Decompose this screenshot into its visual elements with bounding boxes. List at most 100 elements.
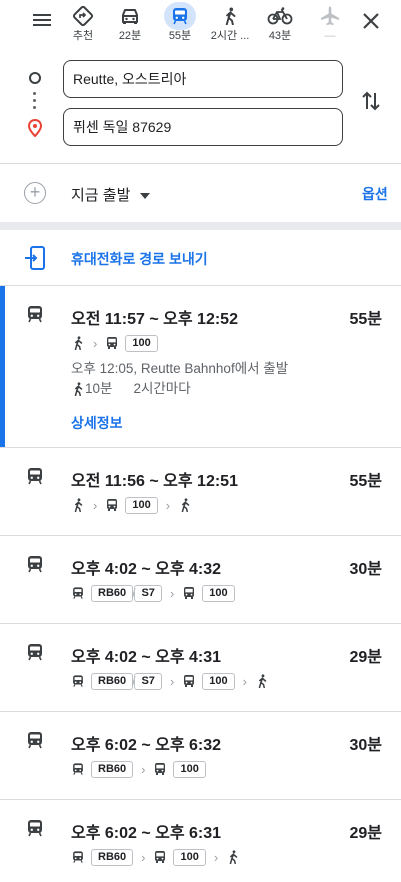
route-item[interactable]: 오후 6:02 ~ 오후 6:31 29분 RB60 › 100 › <box>0 799 401 882</box>
mode-best[interactable]: 추천 <box>58 0 108 48</box>
route-duration: 30분 <box>349 561 382 578</box>
route-steps: › 100 › <box>71 496 192 514</box>
route-item[interactable]: 오후 4:02 ~ 오후 4:31 29분 RB60 / S7 › 100 › <box>0 623 401 711</box>
mode-flights-label: — <box>324 30 336 42</box>
send-to-phone-label: 휴대전화로 경로 보내기 <box>71 251 208 267</box>
directions-icon <box>67 2 99 30</box>
route-item[interactable]: 오전 11:57 ~ 오후 12:52 55분 › 100 오후 12:05, … <box>0 285 401 447</box>
train-line-badge: S7 <box>134 672 162 690</box>
bus-icon <box>105 336 119 350</box>
mode-walking-label: 2시간 ... <box>210 30 250 42</box>
route-steps: RB60 › 100 <box>71 760 206 778</box>
bus-line-badge: 100 <box>202 584 235 602</box>
train-icon <box>71 674 85 688</box>
route-steps: RB60 / S7 › 100 › <box>71 672 269 690</box>
phone-send-icon <box>24 246 46 270</box>
route-steps: RB60 / S7 › 100 <box>71 584 235 602</box>
frequency: 2시간마다 <box>133 381 191 396</box>
details-link[interactable]: 상세정보 <box>71 413 123 433</box>
chevron-right-icon: › <box>169 585 175 601</box>
directions-header: 추천 22분 55분 2시간 ... 43분 — Reutte, 오스트리아 퓌… <box>0 0 401 164</box>
origin-input[interactable]: Reutte, 오스트리아 <box>63 60 343 98</box>
train-icon <box>25 730 45 750</box>
depart-time-row: + 지금 출발 옵션 <box>0 165 401 222</box>
bus-line-badge: 100 <box>173 760 206 778</box>
bus-icon <box>153 850 167 864</box>
train-icon <box>25 304 45 324</box>
train-icon <box>71 762 85 776</box>
route-item[interactable]: 오전 11:56 ~ 오후 12:51 55분 › 100 › <box>0 447 401 535</box>
route-time: 오후 4:02 ~ 오후 4:31 <box>71 649 222 666</box>
caret-down-icon <box>140 193 151 200</box>
route-duration: 29분 <box>349 825 382 842</box>
mode-cycling[interactable]: 43분 <box>255 0 305 48</box>
mode-best-label: 추천 <box>72 30 94 42</box>
route-duration: 29분 <box>349 649 382 666</box>
mode-transit[interactable]: 55분 <box>155 0 205 48</box>
route-time: 오후 6:02 ~ 오후 6:31 <box>71 825 222 842</box>
route-item[interactable]: 오후 6:02 ~ 오후 6:32 30분 RB60 › 100 <box>0 711 401 799</box>
route-time: 오전 11:56 ~ 오후 12:51 <box>71 473 238 490</box>
bus-line-badge: 100 <box>125 334 158 352</box>
add-icon[interactable]: + <box>24 182 46 204</box>
mode-driving[interactable]: 22분 <box>105 0 155 48</box>
walk-icon <box>178 498 192 512</box>
chevron-right-icon: › <box>169 673 175 689</box>
mode-driving-label: 22분 <box>118 30 142 42</box>
train-line-badge: RB60 <box>91 672 134 690</box>
train-icon <box>71 586 85 600</box>
walk-duration: 10분 <box>85 381 113 396</box>
depart-time-label: 지금 출발 <box>71 187 131 204</box>
route-steps: RB60 › 100 › <box>71 848 240 866</box>
walk-icon <box>255 674 269 688</box>
bus-line-badge: 100 <box>202 672 235 690</box>
route-details: 오후 12:05, Reutte Bahnhof에서 출발 10분 2시간마다 <box>71 359 288 399</box>
mode-walking[interactable]: 2시간 ... <box>205 0 255 48</box>
car-icon <box>114 2 146 30</box>
section-divider <box>0 222 401 230</box>
route-steps: › 100 <box>71 334 158 352</box>
route-dots-icon <box>33 92 37 113</box>
train-line-badge: RB60 <box>91 584 134 602</box>
route-list: 오전 11:57 ~ 오후 12:52 55분 › 100 오후 12:05, … <box>0 285 401 882</box>
train-icon <box>71 850 85 864</box>
chevron-right-icon: › <box>242 673 247 689</box>
origin-marker-icon <box>29 72 41 84</box>
bus-icon <box>182 674 196 688</box>
close-icon[interactable] <box>358 8 384 34</box>
departure-info: 오후 12:05, Reutte Bahnhof에서 출발 <box>71 361 289 376</box>
train-icon <box>25 554 45 574</box>
menu-icon[interactable] <box>30 9 54 33</box>
route-time: 오후 6:02 ~ 오후 6:32 <box>71 737 222 754</box>
walk-icon <box>71 336 85 350</box>
flight-icon <box>314 2 346 30</box>
bus-icon <box>182 586 196 600</box>
transit-icon <box>164 2 196 30</box>
walk-icon <box>71 498 85 512</box>
bike-icon <box>264 2 296 30</box>
bus-line-badge: 100 <box>173 848 206 866</box>
options-button[interactable]: 옵션 <box>362 184 388 204</box>
chevron-right-icon: › <box>141 761 146 777</box>
chevron-right-icon: › <box>93 335 98 351</box>
walk-icon <box>214 2 246 30</box>
send-to-phone-button[interactable]: 휴대전화로 경로 보내기 <box>0 230 401 285</box>
bus-icon <box>105 498 119 512</box>
route-duration: 55분 <box>349 311 382 328</box>
route-item[interactable]: 오후 4:02 ~ 오후 4:32 30분 RB60 / S7 › 100 <box>0 535 401 623</box>
swap-icon[interactable] <box>360 89 382 113</box>
walk-icon <box>226 850 240 864</box>
bus-icon <box>153 762 167 776</box>
train-line-badge: RB60 <box>91 848 134 866</box>
destination-input[interactable]: 퓌센 독일 87629 <box>63 108 343 146</box>
travel-mode-tabs: 추천 22분 55분 2시간 ... 43분 — <box>58 0 348 48</box>
chevron-right-icon: › <box>141 849 146 865</box>
route-duration: 55분 <box>349 473 382 490</box>
mode-transit-label: 55분 <box>168 30 192 42</box>
chevron-right-icon: › <box>93 497 98 513</box>
depart-time-dropdown[interactable]: 지금 출발 <box>71 184 151 205</box>
walk-icon <box>71 382 85 396</box>
route-duration: 30분 <box>349 737 382 754</box>
train-line-badge: RB60 <box>91 760 134 778</box>
chevron-right-icon: › <box>165 497 171 513</box>
